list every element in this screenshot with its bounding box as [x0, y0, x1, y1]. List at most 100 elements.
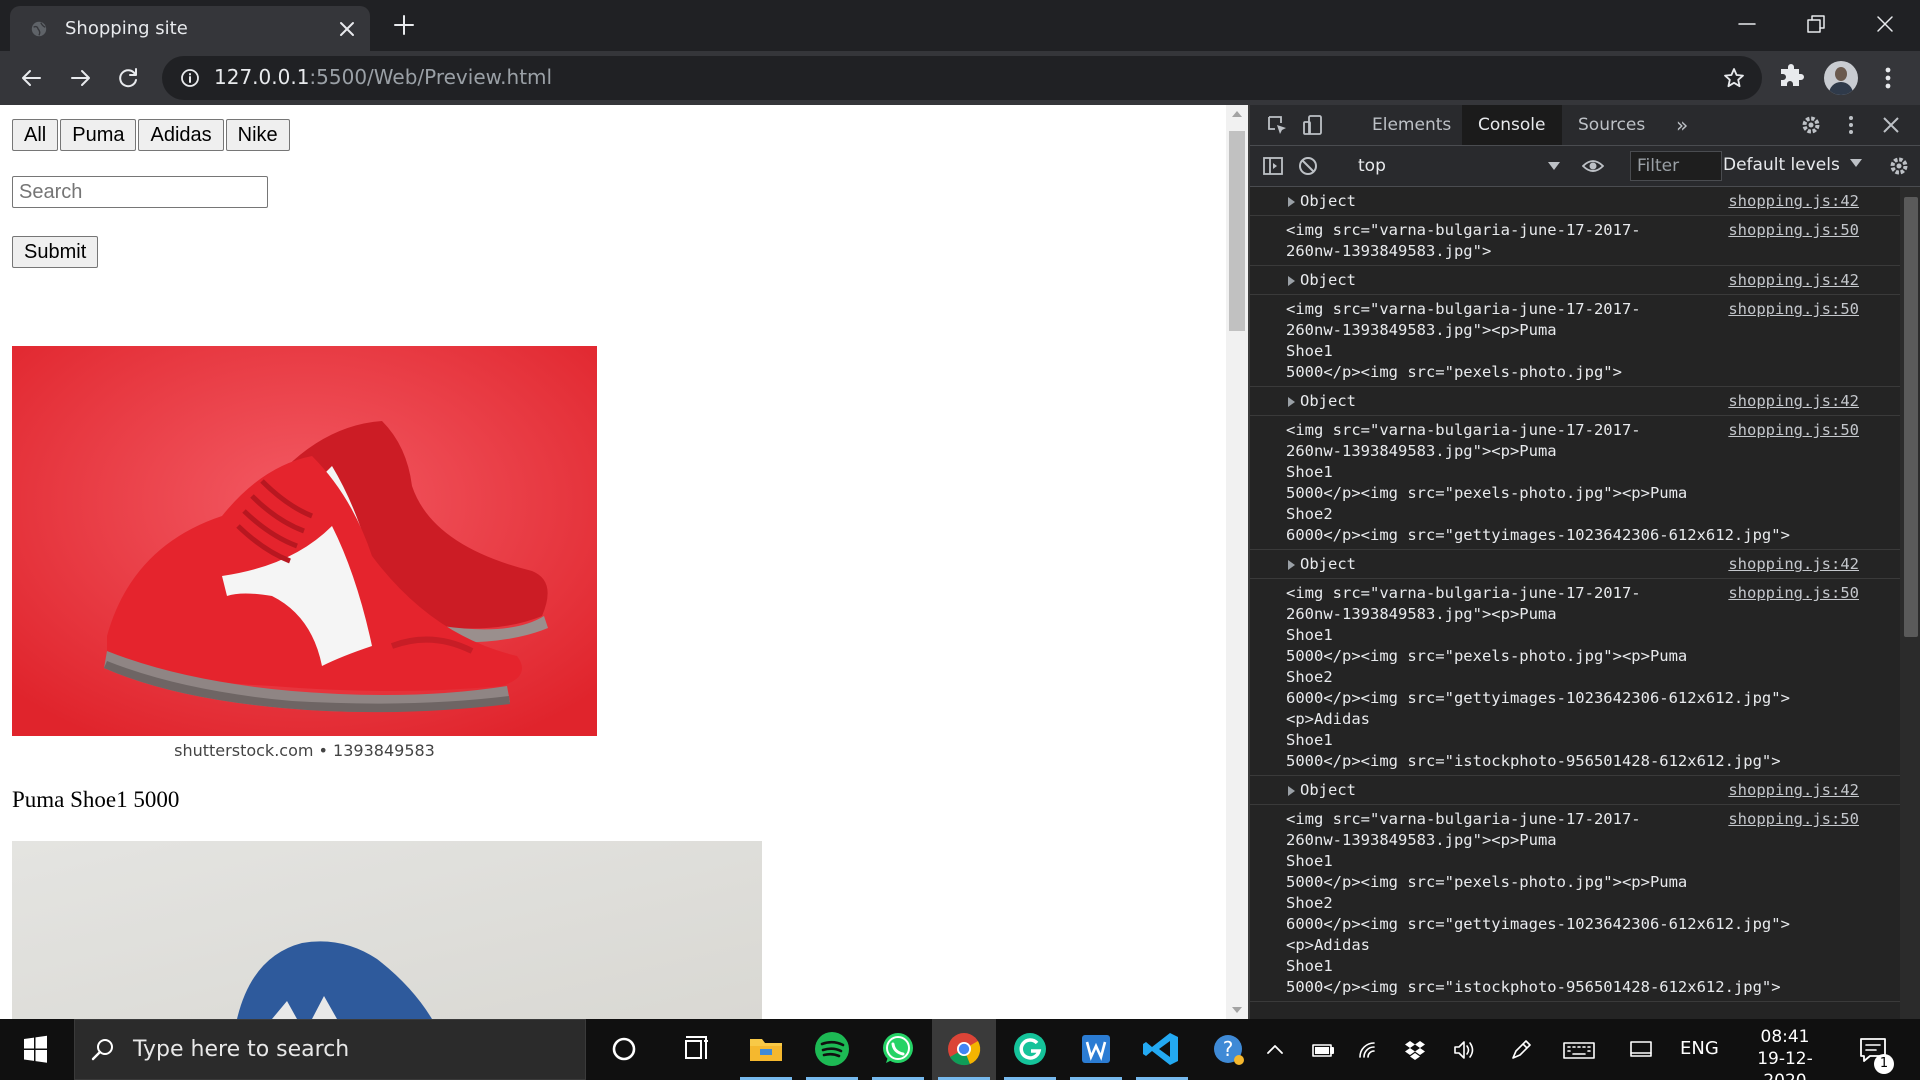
- console-message[interactable]: Object shopping.js:42: [1250, 387, 1900, 416]
- console-scrollbar[interactable]: [1900, 187, 1920, 1019]
- source-link[interactable]: shopping.js:42: [1728, 270, 1859, 291]
- devtools-menu-icon[interactable]: [1840, 114, 1862, 136]
- filter-nike-button[interactable]: Nike: [225, 119, 290, 151]
- source-link[interactable]: shopping.js:42: [1728, 780, 1859, 801]
- pen-icon[interactable]: [1508, 1037, 1534, 1063]
- keyboard-icon[interactable]: [1562, 1037, 1596, 1063]
- console-scroll-thumb[interactable]: [1904, 197, 1918, 637]
- expand-triangle-icon[interactable]: [1288, 276, 1295, 286]
- browser-tab[interactable]: Shopping site: [10, 6, 370, 51]
- console-filter-input[interactable]: [1630, 151, 1722, 181]
- address-bar[interactable]: 127.0.0.1:5500/Web/Preview.html: [162, 56, 1762, 100]
- filter-all-button[interactable]: All: [12, 119, 59, 151]
- submit-button[interactable]: Submit: [12, 236, 99, 268]
- source-link[interactable]: shopping.js:50: [1728, 420, 1859, 441]
- windows-start-icon[interactable]: [0, 1019, 70, 1080]
- product-label: Puma Shoe1 5000: [12, 787, 180, 812]
- source-link[interactable]: shopping.js:50: [1728, 583, 1859, 604]
- console-message: <img src="varna-bulgaria-june-17-2017- 2…: [1250, 216, 1900, 266]
- grammarly-icon[interactable]: [998, 1019, 1062, 1080]
- brand-filter-buttons: All Puma Adidas Nike: [12, 119, 292, 151]
- help-icon[interactable]: ?: [1196, 1019, 1260, 1080]
- desktop-mode-icon[interactable]: [1628, 1037, 1654, 1063]
- url-text: 127.0.0.1:5500/Web/Preview.html: [214, 65, 553, 89]
- spotify-icon[interactable]: [800, 1019, 864, 1080]
- source-link[interactable]: shopping.js:42: [1728, 191, 1859, 212]
- expand-triangle-icon[interactable]: [1288, 560, 1295, 570]
- clock[interactable]: 08:41 19-12-2020: [1740, 1026, 1830, 1092]
- reload-icon[interactable]: [114, 64, 142, 92]
- windows-taskbar: Type here to search ? ENG 08:41 19-12-20…: [0, 1019, 1920, 1091]
- live-expression-eye-icon[interactable]: [1582, 155, 1604, 177]
- profile-avatar[interactable]: [1824, 61, 1858, 95]
- context-selector[interactable]: top: [1350, 152, 1568, 180]
- source-link[interactable]: shopping.js:50: [1728, 220, 1859, 241]
- vscode-icon[interactable]: [1130, 1019, 1194, 1080]
- source-link[interactable]: shopping.js:42: [1728, 554, 1859, 575]
- expand-triangle-icon[interactable]: [1288, 197, 1295, 207]
- source-link[interactable]: shopping.js:50: [1728, 299, 1859, 320]
- taskbar-search-box[interactable]: Type here to search: [74, 1019, 586, 1080]
- new-tab-icon[interactable]: [392, 13, 416, 37]
- close-tab-icon[interactable]: [338, 20, 356, 38]
- filter-adidas-button[interactable]: Adidas: [138, 119, 224, 151]
- back-icon[interactable]: [18, 64, 46, 92]
- chevron-up-icon[interactable]: [1262, 1037, 1288, 1063]
- restore-icon[interactable]: [1802, 10, 1830, 38]
- source-link[interactable]: shopping.js:50: [1728, 809, 1859, 830]
- battery-icon[interactable]: [1310, 1037, 1336, 1063]
- browser-tab-strip: Shopping site: [0, 0, 1920, 51]
- wifi-icon[interactable]: [1356, 1037, 1382, 1063]
- settings-gear-icon[interactable]: [1800, 114, 1822, 136]
- console-message[interactable]: Object shopping.js:42: [1250, 550, 1900, 579]
- chevron-down-icon: [1548, 162, 1560, 170]
- globe-icon: [31, 21, 47, 37]
- console-message: <img src="varna-bulgaria-june-17-2017- 2…: [1250, 579, 1900, 776]
- close-devtools-icon[interactable]: [1880, 114, 1902, 136]
- forward-icon[interactable]: [66, 64, 94, 92]
- show-sidebar-icon[interactable]: [1262, 155, 1284, 177]
- search-input[interactable]: [12, 176, 268, 208]
- minimize-icon[interactable]: [1733, 10, 1761, 38]
- tab-sources[interactable]: Sources: [1562, 105, 1661, 145]
- console-message[interactable]: Object shopping.js:42: [1250, 266, 1900, 295]
- more-tabs-chevron-icon[interactable]: »: [1676, 113, 1688, 137]
- source-link[interactable]: shopping.js:42: [1728, 391, 1859, 412]
- browser-menu-icon[interactable]: [1876, 65, 1900, 91]
- task-view-icon[interactable]: [664, 1019, 728, 1080]
- clear-console-icon[interactable]: [1297, 155, 1319, 177]
- console-toolbar: top Default levels: [1250, 146, 1920, 187]
- bookmark-star-icon[interactable]: [1722, 66, 1746, 90]
- product-image-blue-sneaker: [12, 841, 762, 1019]
- dropbox-icon[interactable]: [1402, 1037, 1428, 1063]
- whatsapp-icon[interactable]: [866, 1019, 930, 1080]
- page-scrollbar[interactable]: [1226, 105, 1248, 1019]
- inspect-element-icon[interactable]: [1266, 114, 1288, 136]
- console-message: <img src="varna-bulgaria-june-17-2017- 2…: [1250, 805, 1900, 1002]
- console-settings-gear-icon[interactable]: [1888, 155, 1910, 177]
- file-explorer-icon[interactable]: [734, 1019, 798, 1080]
- close-window-icon[interactable]: [1871, 10, 1899, 38]
- filter-puma-button[interactable]: Puma: [60, 119, 137, 151]
- word-icon[interactable]: [1064, 1019, 1128, 1080]
- tab-title: Shopping site: [65, 18, 188, 39]
- devtools-tab-bar: Elements Console Sources »: [1250, 105, 1920, 146]
- site-info-icon[interactable]: [180, 68, 200, 88]
- language-indicator[interactable]: ENG: [1680, 1038, 1719, 1059]
- console-message[interactable]: Object shopping.js:42: [1250, 776, 1900, 805]
- log-levels-dropdown[interactable]: Default levels: [1723, 155, 1862, 175]
- console-message[interactable]: Object shopping.js:42: [1250, 187, 1900, 216]
- product-image-red-sneakers: [12, 346, 597, 736]
- tab-console[interactable]: Console: [1462, 105, 1562, 145]
- extensions-puzzle-icon[interactable]: [1778, 64, 1804, 90]
- volume-icon[interactable]: [1452, 1037, 1478, 1063]
- scroll-up-arrow-icon[interactable]: [1232, 111, 1242, 117]
- expand-triangle-icon[interactable]: [1288, 397, 1295, 407]
- chrome-icon[interactable]: [932, 1019, 996, 1080]
- tab-elements[interactable]: Elements: [1356, 105, 1467, 145]
- expand-triangle-icon[interactable]: [1288, 786, 1295, 796]
- cortana-icon[interactable]: [592, 1019, 656, 1080]
- page-scroll-thumb[interactable]: [1229, 131, 1245, 331]
- device-toolbar-icon[interactable]: [1302, 114, 1324, 136]
- scroll-down-arrow-icon[interactable]: [1232, 1007, 1242, 1013]
